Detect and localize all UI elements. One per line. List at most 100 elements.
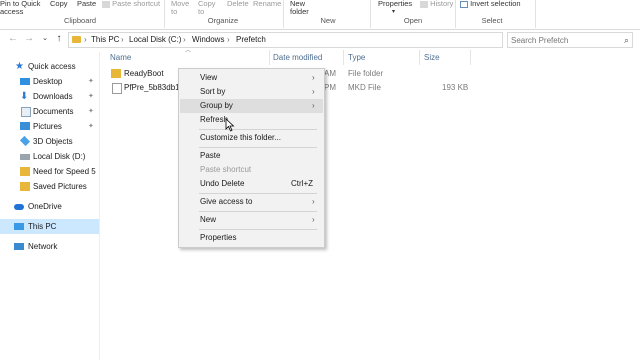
pin-icon[interactable]: ✦ [88,77,94,86]
move-to-button[interactable]: Move to [171,0,189,16]
breadcrumb-windows[interactable]: Windows [192,34,224,46]
history-label: History [430,0,454,8]
sidebar-item-saved-pictures[interactable]: Saved Pictures [0,179,100,194]
back-arrow-icon[interactable]: ← [6,32,20,46]
search-icon[interactable]: ⌕ [624,35,629,45]
navigation-pane-divider[interactable] [99,52,100,360]
menu-item-refresh[interactable]: Refresh [180,113,323,127]
column-divider[interactable] [343,50,344,65]
menu-item-label: Paste [200,151,221,160]
menu-item-sort-by[interactable]: Sort by › [180,85,323,99]
sidebar-item-3d-objects[interactable]: 3D Objects [0,134,100,149]
menu-item-paste[interactable]: Paste [180,149,323,163]
file-type: File folder [348,69,384,78]
documents-icon [21,107,31,117]
3d-objects-icon [19,135,31,147]
menu-separator [199,147,317,148]
history-button[interactable]: History [420,0,453,8]
sidebar-item-desktop[interactable]: Desktop ✦ [0,74,100,89]
menu-item-label: Sort by [200,87,226,96]
up-arrow-icon[interactable]: ↑ [52,32,66,46]
invert-selection-label: Invert selection [470,0,521,8]
breadcrumb-this-pc[interactable]: This PC [91,34,119,46]
sidebar-item-need-for-speed[interactable]: Need for Speed 5 [0,164,100,179]
sidebar-item-label: Network [28,242,58,251]
paste-shortcut-button[interactable]: Paste shortcut [102,0,160,8]
sidebar-item-this-pc[interactable]: This PC [0,219,100,234]
group-label-open: Open [403,16,423,25]
menu-item-undo-delete[interactable]: Undo Delete Ctrl+Z [180,177,323,191]
breadcrumb-local-disk[interactable]: Local Disk (C:) [129,34,181,46]
pin-icon[interactable]: ✦ [88,122,94,131]
column-divider[interactable] [269,50,270,65]
pin-to-quick-access-button[interactable]: Pin to Quick access [0,0,40,16]
file-name: ReadyBoot [124,69,164,78]
search-box[interactable]: ⌕ [507,32,633,48]
sidebar-item-quick-access[interactable]: ★ Quick access [0,59,100,74]
forward-arrow-icon[interactable]: → [22,32,36,46]
column-divider[interactable] [419,50,420,65]
recent-locations-chevron-icon[interactable]: ⌄ [38,32,52,46]
sidebar-item-local-disk-d[interactable]: Local Disk (D:) [0,149,100,164]
sidebar-item-onedrive[interactable]: OneDrive [0,199,100,214]
copy-to-button[interactable]: Copy to [198,0,216,16]
properties-button[interactable]: Properties ▾ [378,0,412,16]
menu-item-new[interactable]: New › [180,213,323,227]
pin-icon[interactable]: ✦ [88,92,94,101]
column-header-date-modified[interactable]: Date modified [273,53,322,63]
downloads-icon: ⬇ [20,91,29,102]
column-header-type[interactable]: Type [348,53,365,63]
menu-item-view[interactable]: View › [180,71,323,85]
paste-button[interactable]: Paste [77,0,96,8]
copy-to-label-2: to [198,7,205,16]
sidebar-item-documents[interactable]: Documents ✦ [0,104,100,119]
paste-shortcut-icon [102,0,110,8]
breadcrumb-separator-icon: › [227,35,230,44]
ribbon: Pin to Quick access Copy Paste Paste sho… [0,0,640,30]
menu-separator [199,193,317,194]
submenu-arrow-icon: › [312,215,315,224]
desktop-icon [20,78,30,85]
column-divider[interactable] [470,50,471,65]
sort-arrow-icon: ︿ [185,48,192,54]
menu-item-label: Undo Delete [200,179,245,188]
sidebar-item-downloads[interactable]: ⬇ Downloads ✦ [0,89,100,104]
file-date: AM [324,69,336,78]
sidebar-item-pictures[interactable]: Pictures ✦ [0,119,100,134]
folder-icon [111,69,121,78]
sidebar-item-network[interactable]: Network [0,239,100,254]
breadcrumb-prefetch[interactable]: Prefetch [236,34,266,46]
rename-button[interactable]: Rename [253,0,281,8]
star-icon: ★ [15,61,24,72]
delete-button[interactable]: Delete [227,0,249,8]
paste-shortcut-label: Paste shortcut [112,0,161,8]
computer-icon [14,223,24,230]
menu-item-give-access[interactable]: Give access to › [180,195,323,209]
menu-item-shortcut: Ctrl+Z [291,179,313,188]
folder-icon [20,167,30,176]
invert-selection-icon [460,0,468,8]
file-type: MKD File [348,83,381,92]
copy-button[interactable]: Copy [50,0,68,8]
menu-item-customize-folder[interactable]: Customize this folder... [180,131,323,145]
menu-item-label: Customize this folder... [200,133,281,142]
cloud-icon [14,204,24,210]
menu-item-group-by[interactable]: Group by › [180,99,323,113]
menu-separator [199,229,317,230]
file-size: 193 KB [442,83,469,92]
search-input[interactable] [511,33,611,47]
menu-item-paste-shortcut[interactable]: Paste shortcut [180,163,323,177]
folder-icon [20,182,30,191]
ribbon-divider [455,0,456,28]
invert-selection-button[interactable]: Invert selection [460,0,521,8]
pin-icon[interactable]: ✦ [88,107,94,116]
submenu-arrow-icon: › [312,87,315,96]
column-header-name[interactable]: Name [110,53,131,63]
address-bar[interactable]: › This PC › Local Disk (C:) › Windows › … [68,32,564,48]
sidebar-item-label: OneDrive [28,202,62,211]
breadcrumb-separator-icon: › [121,35,124,44]
menu-item-properties[interactable]: Properties [180,231,323,245]
sidebar-item-label: Quick access [28,62,76,71]
new-folder-button[interactable]: New folder [290,0,309,16]
column-header-size[interactable]: Size [424,53,440,63]
